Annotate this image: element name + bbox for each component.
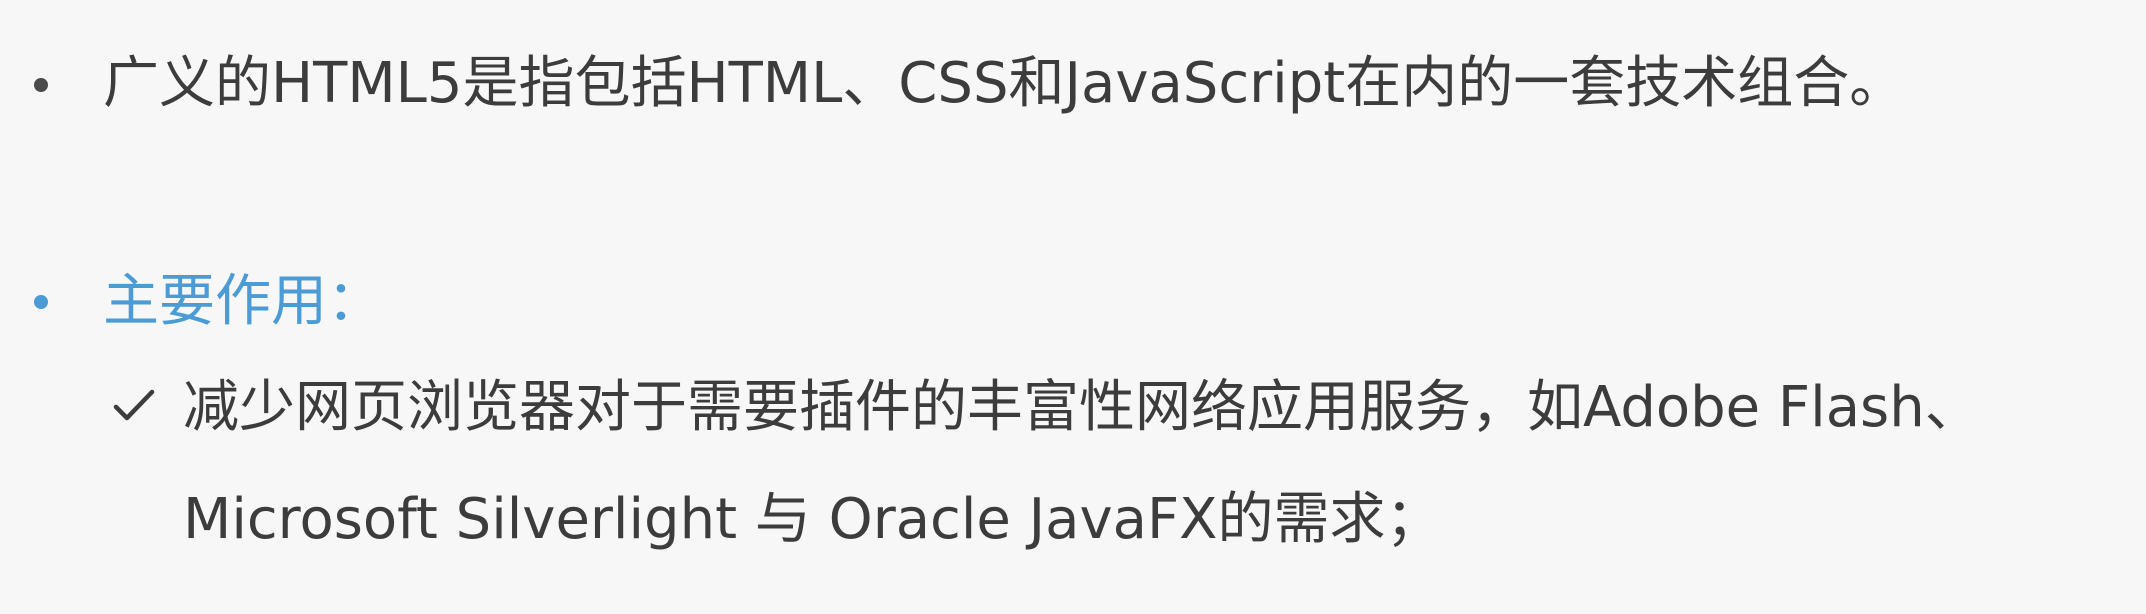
slide-content: 广义的HTML5是指包括HTML、CSS和JavaScript在内的一套技术组合… (0, 0, 2146, 614)
section-heading-main-role: 主要作用： (103, 269, 383, 334)
bullet-dot-icon (34, 78, 48, 92)
bullet-text-html5-definition: 广义的HTML5是指包括HTML、CSS和JavaScript在内的一套技术组合… (103, 51, 1906, 116)
subitem-text-line-1: 减少网页浏览器对于需要插件的丰富性网络应用服务，如Adobe Flash、 (183, 375, 1981, 440)
subitem-text-line-2: Microsoft Silverlight 与 Oracle JavaFX的需求… (183, 487, 1442, 552)
check-icon (113, 389, 155, 421)
bullet-dot-icon-highlight (34, 295, 48, 309)
